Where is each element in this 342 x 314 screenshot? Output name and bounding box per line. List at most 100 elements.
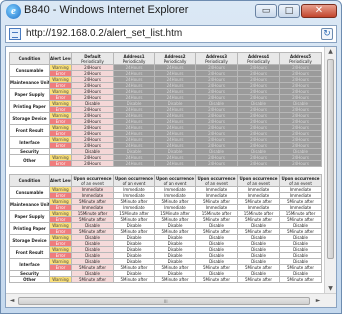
alert-level-cell: Warning: [49, 246, 72, 253]
page-icon: [9, 28, 21, 40]
col-header-address2: Address2 Periodically: [154, 52, 196, 65]
table-spacer: [9, 167, 321, 174]
periodic-alert-table: Condition Alert Level DefaultPeriodicall…: [9, 52, 322, 167]
alert-level-cell: Warning: [49, 88, 72, 95]
event-address1-cell[interactable]: 15Minute after: [113, 210, 155, 217]
event-address2-cell[interactable]: 15Minute after: [154, 210, 196, 217]
alert-level-cell: Warning: [49, 136, 72, 143]
vertical-scrollbar[interactable]: ▲ ▼: [324, 47, 336, 294]
alert-level-cell: Error: [49, 160, 72, 167]
header-sub: of an event: [205, 180, 228, 186]
condition-cell: Front Result: [9, 124, 50, 137]
default-interval-cell[interactable]: 24Hours: [71, 160, 114, 167]
header-sub: Periodically: [247, 58, 270, 64]
address5-interval-cell[interactable]: 24Hours: [279, 160, 322, 167]
table-row: Other Warning 5Minute after 5Minute after 5M…: [9, 276, 322, 283]
col-header-address1: Address1 Periodically: [113, 52, 155, 65]
header-sub: Periodically: [289, 58, 312, 64]
browser-window: e B840 - Windows Internet Explorer ▭ □ ✕…: [0, 0, 342, 314]
condition-cell: Interface: [9, 136, 50, 149]
col-header-default: Default Periodically: [71, 52, 114, 65]
condition-cell: Paper Supply: [9, 88, 50, 101]
alert-level-cell: Warning: [49, 210, 72, 217]
alert-level-cell: Warning: [49, 124, 72, 131]
alert-level-cell: Warning: [49, 154, 72, 161]
event-address3-cell[interactable]: 5Minute after: [195, 276, 238, 283]
vertical-scroll-thumb[interactable]: [327, 59, 334, 259]
scroll-right-icon[interactable]: ►: [313, 296, 323, 306]
alert-level-cell: Warning: [49, 222, 72, 229]
alert-level-cell: Warning: [49, 276, 72, 283]
header-label: Upon occurrence: [281, 175, 320, 181]
col-header-event-address3: Upon occurrence of an event: [195, 174, 238, 187]
address2-interval-cell[interactable]: 24Hours: [154, 160, 196, 167]
header-label: Upon occurrence: [239, 175, 278, 181]
close-icon: ✕: [314, 5, 324, 16]
refresh-icon[interactable]: ↻: [321, 28, 333, 40]
window-title: B840 - Windows Internet Explorer: [24, 4, 189, 16]
address-url[interactable]: http://192.168.0.2/alert_set_list.htm: [26, 28, 182, 39]
alert-level-cell: Warning: [49, 258, 72, 265]
condition-cell: Other: [9, 276, 50, 283]
col-header-event-address1: Upon occurrence of an event: [113, 174, 155, 187]
address-bar[interactable]: http://192.168.0.2/alert_set_list.htm ↻: [5, 25, 337, 43]
col-header-event-address4: Upon occurrence of an event: [237, 174, 280, 187]
address1-interval-cell[interactable]: 24Hours: [113, 160, 155, 167]
header-sub: of an event: [81, 180, 104, 186]
address3-interval-cell[interactable]: 24Hours: [195, 160, 238, 167]
event-address4-cell[interactable]: 5Minute after: [237, 276, 280, 283]
col-header-address5: Address5 Periodically: [279, 52, 322, 65]
minimize-button[interactable]: ▭: [255, 4, 277, 18]
condition-cell: Printing Paper: [9, 100, 50, 113]
event-address5-cell[interactable]: 15Minute after: [279, 210, 322, 217]
header-sub: of an event: [289, 180, 312, 186]
condition-cell: Maintenance Unit: [9, 198, 50, 211]
header-label: Address5: [289, 53, 312, 59]
event-address4-cell[interactable]: 15Minute after: [237, 210, 280, 217]
horizontal-scrollbar[interactable]: ◄ III ►: [6, 293, 336, 307]
col-header-event-address5: Upon occurrence of an event: [279, 174, 322, 187]
header-label: Upon occurrence: [114, 175, 154, 181]
condition-cell: Paper Supply: [9, 210, 50, 223]
header-sub: Periodically: [163, 58, 187, 64]
event-address5-cell[interactable]: 5Minute after: [279, 276, 322, 283]
condition-cell: Storage Device: [9, 234, 50, 247]
header-label: Address1: [123, 53, 145, 59]
header-sub: of an event: [163, 180, 187, 186]
alert-level-cell: Warning: [49, 198, 72, 205]
col-header-address3: Address3 Periodically: [195, 52, 238, 65]
condition-cell: Printing Paper: [9, 222, 50, 235]
maximize-icon: □: [284, 6, 294, 16]
condition-cell: Consumable: [9, 64, 50, 77]
alert-level-cell: Warning: [49, 186, 72, 193]
condition-cell: Storage Device: [9, 112, 50, 125]
title-bar: e B840 - Windows Internet Explorer ▭ □ ✕: [1, 1, 341, 22]
page-viewport: Condition Alert Level DefaultPeriodicall…: [5, 46, 337, 308]
header-sub: Periodically: [81, 58, 104, 64]
scroll-grip: III: [164, 299, 168, 304]
event-default-cell[interactable]: 5Minute after: [71, 276, 114, 283]
event-address3-cell[interactable]: 15Minute after: [195, 210, 238, 217]
col-header-event-default: Upon occurrence of an event: [71, 174, 114, 187]
header-sub: Periodically: [122, 58, 146, 64]
condition-cell: Other: [9, 154, 50, 167]
event-address2-cell[interactable]: 5Minute after: [154, 276, 196, 283]
condition-cell: Interface: [9, 258, 50, 271]
horizontal-scroll-thumb[interactable]: III: [18, 297, 310, 305]
event-default-cell[interactable]: 15Minute after: [71, 210, 114, 217]
page-content: Condition Alert Level DefaultPeriodicall…: [9, 52, 322, 283]
close-button[interactable]: ✕: [301, 4, 337, 18]
minimize-icon: ▭: [261, 6, 271, 16]
event-alert-table: Condition Alert Level Upon occurrenceof …: [9, 174, 322, 283]
alert-level-cell: Warning: [49, 100, 72, 107]
scroll-up-icon[interactable]: ▲: [325, 47, 336, 57]
maximize-button[interactable]: □: [278, 4, 300, 18]
header-label: Upon occurrence: [155, 175, 195, 181]
scroll-left-icon[interactable]: ◄: [7, 296, 17, 306]
address4-interval-cell[interactable]: 24Hours: [237, 160, 280, 167]
event-address1-cell[interactable]: 5Minute after: [113, 276, 155, 283]
condition-cell: Consumable: [9, 186, 50, 199]
alert-level-cell: Warning: [49, 112, 72, 119]
condition-cell: Maintenance Unit: [9, 76, 50, 89]
col-header-alert-level: Alert Level: [49, 52, 72, 65]
